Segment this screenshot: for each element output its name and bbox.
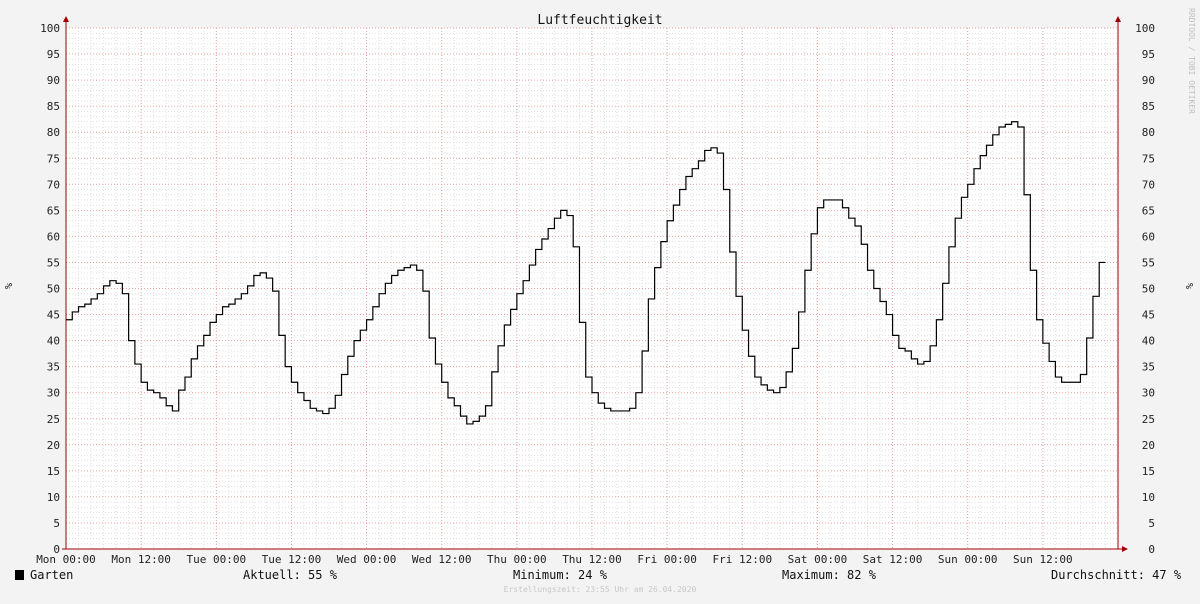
y-tick-label-right: 50 — [1142, 283, 1155, 296]
legend-swatch — [15, 570, 24, 580]
y-tick-label-left: 20 — [47, 439, 60, 452]
y-tick-label-right: 10 — [1142, 491, 1155, 504]
y-tick-label-right: 100 — [1135, 22, 1155, 35]
legend-maximum: Maximum: 82 % — [782, 568, 876, 582]
y-tick-label-left: 15 — [47, 465, 60, 478]
y-tick-label-left: 65 — [47, 204, 60, 217]
x-tick-label: Tue 00:00 — [186, 553, 246, 566]
x-tick-label: Sat 12:00 — [863, 553, 923, 566]
legend-minimum: Minimum: 24 % — [513, 568, 607, 582]
x-tick-label: Wed 00:00 — [337, 553, 397, 566]
y-tick-label-left: 90 — [47, 74, 60, 87]
x-tick-label: Thu 00:00 — [487, 553, 547, 566]
y-tick-label-left: 55 — [47, 256, 60, 269]
y-tick-label-right: 65 — [1142, 204, 1155, 217]
y-tick-label-left: 95 — [47, 48, 60, 61]
y-tick-label-right: 60 — [1142, 230, 1155, 243]
watermark: RRDTOOL / TOBI OETIKER — [1187, 8, 1196, 114]
y-axis-unit-left: % — [4, 283, 15, 290]
y-tick-label-left: 35 — [47, 361, 60, 374]
chart-title: Luftfeuchtigkeit — [537, 13, 662, 28]
y-tick-label-left: 75 — [47, 152, 60, 165]
y-tick-label-right: 55 — [1142, 256, 1155, 269]
x-tick-label: Mon 12:00 — [111, 553, 171, 566]
x-tick-label: Sat 00:00 — [788, 553, 848, 566]
x-tick-label: Wed 12:00 — [412, 553, 472, 566]
y-tick-label-right: 90 — [1142, 74, 1155, 87]
y-axis-unit-right: % — [1185, 283, 1196, 290]
y-tick-label-right: 15 — [1142, 465, 1155, 478]
creation-time: Erstellungszeit: 23:55 Uhr am 26.04.2020 — [503, 585, 697, 594]
x-tick-label: Thu 12:00 — [562, 553, 622, 566]
y-tick-label-left: 85 — [47, 100, 60, 113]
humidity-chart: 0 0 5 5 10 10 15 15 20 20 25 25 30 30 35 35 40 40 45 45 50 50… — [0, 0, 1200, 600]
y-tick-label-right: 80 — [1142, 126, 1155, 139]
chart-svg: 0 05 510 1015 1520 2025 2530 3035 3540 4045 4550 50… — [36, 13, 1155, 566]
y-tick-label-left: 60 — [47, 230, 60, 243]
y-tick-label-left: 30 — [47, 387, 60, 400]
y-tick-label-right: 0 — [1148, 543, 1155, 556]
y-tick-label-left: 5 — [53, 517, 60, 530]
y-tick-label-left: 50 — [47, 283, 60, 296]
y-tick-label-right: 70 — [1142, 178, 1155, 191]
y-axis-arrow-left — [63, 16, 69, 22]
x-tick-label: Tue 12:00 — [262, 553, 322, 566]
x-tick-label: Fri 00:00 — [637, 553, 697, 566]
y-tick-label-right: 85 — [1142, 100, 1155, 113]
y-tick-label-right: 30 — [1142, 387, 1155, 400]
x-axis-arrow — [1122, 546, 1128, 552]
y-tick-label-left: 10 — [47, 491, 60, 504]
y-axis-arrow-right — [1115, 16, 1121, 22]
legend-series-name: Garten — [30, 568, 74, 582]
y-tick-label-left: 40 — [47, 335, 60, 348]
y-tick-label-right: 35 — [1142, 361, 1155, 374]
y-tick-label-right: 40 — [1142, 335, 1155, 348]
x-tick-label: Fri 12:00 — [712, 553, 772, 566]
y-tick-label-right: 75 — [1142, 152, 1155, 165]
legend-current: Aktuell: 55 % — [243, 568, 337, 582]
x-tick-label: Sun 12:00 — [1013, 553, 1073, 566]
y-tick-label-right: 20 — [1142, 439, 1155, 452]
y-tick-label-right: 45 — [1142, 309, 1155, 322]
y-tick-label-left: 80 — [47, 126, 60, 139]
legend-row: Garten Aktuell: 55 % Minimum: 24 % Maxim… — [0, 566, 1200, 584]
x-tick-label: Mon 00:00 — [36, 553, 96, 566]
y-tick-label-right: 5 — [1148, 517, 1155, 530]
y-tick-label-left: 70 — [47, 178, 60, 191]
y-tick-label-left: 45 — [47, 309, 60, 322]
y-tick-label-right: 25 — [1142, 413, 1155, 426]
y-tick-label-left: 25 — [47, 413, 60, 426]
legend-average: Durchschnitt: 47 % — [1051, 568, 1182, 582]
x-tick-label: Sun 00:00 — [938, 553, 998, 566]
y-tick-label-right: 95 — [1142, 48, 1155, 61]
y-tick-label-left: 100 — [40, 22, 60, 35]
